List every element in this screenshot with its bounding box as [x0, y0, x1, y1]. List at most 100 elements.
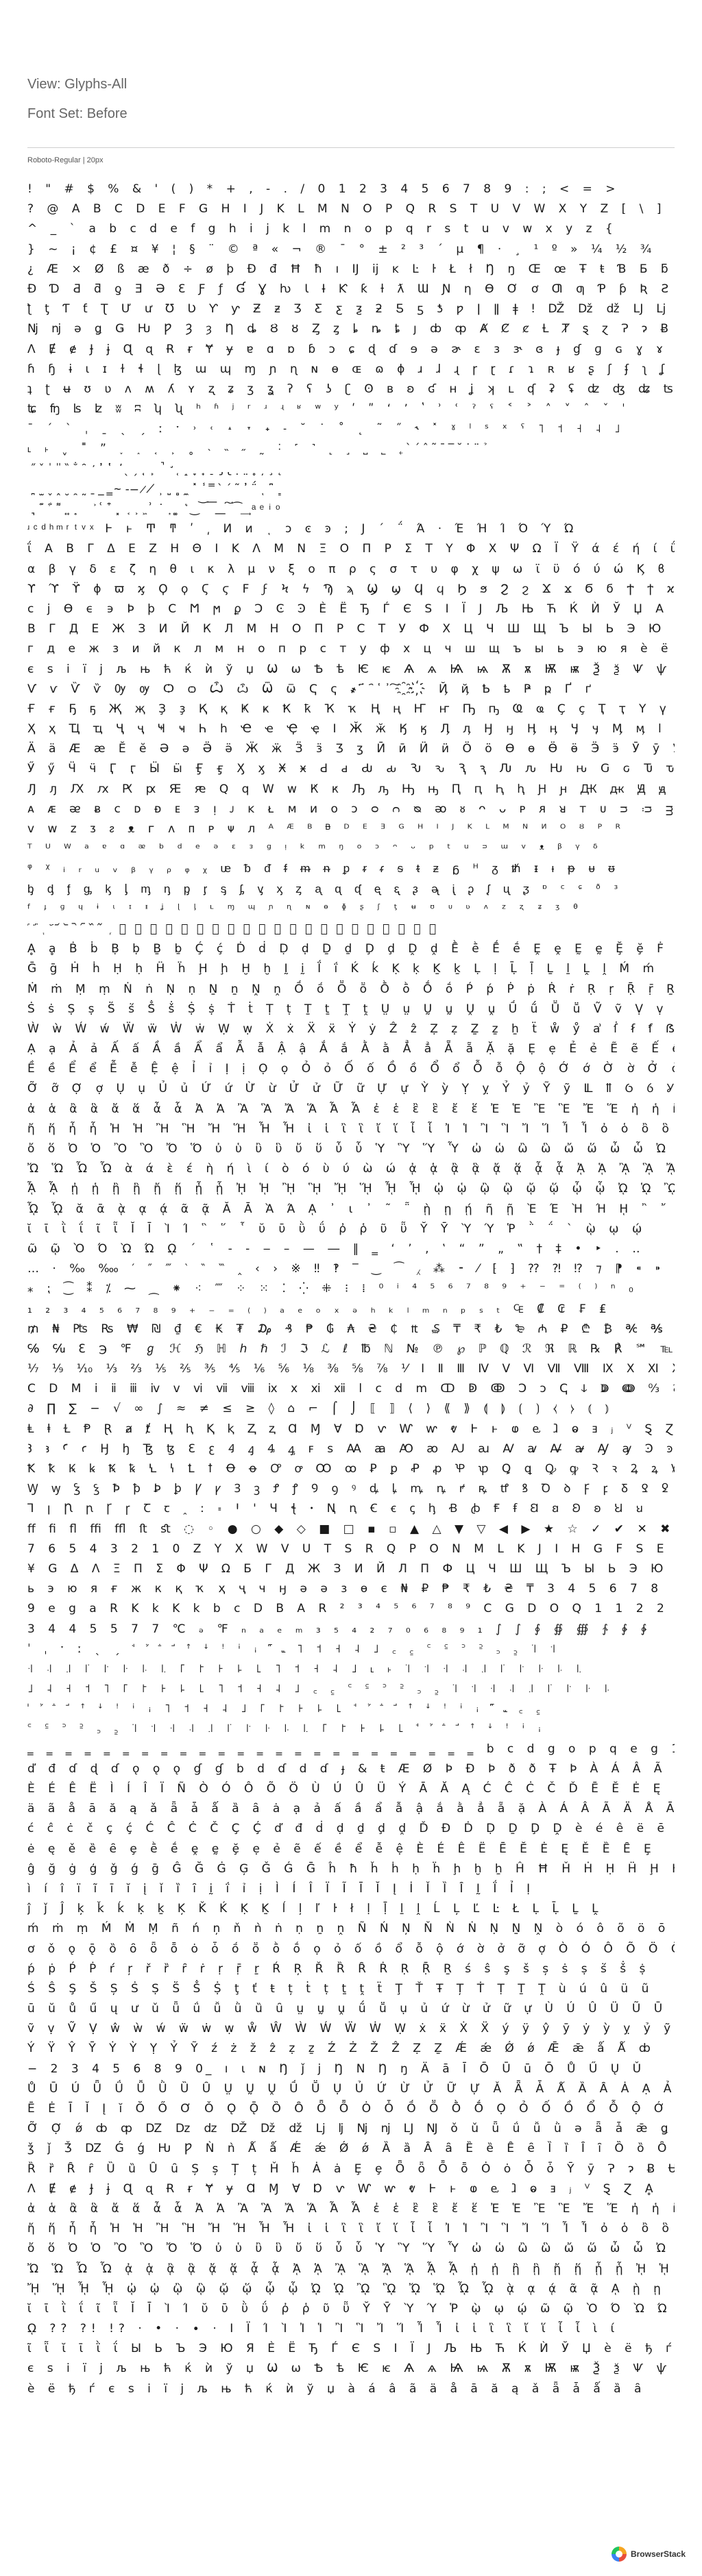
glyph-line: ơ ǒ ǫ ǭ ȍ ȏ ȫ ȭ ȯ ȱ ṍ ṏ ṑ ṓ ọ ỏ ố ồ ổ ỗ …: [27, 1942, 675, 1956]
glyph-line: Ỡ ỡ Ợ ợ Ụ ụ Ủ ủ Ứ ứ Ừ ừ Ử ử Ữ ữ Ự ự Ỳ ỳ …: [27, 1082, 675, 1096]
glyph-line: Ḡ ḡ Ḣ ḣ Ḥ ḥ Ḧ ḧ Ḩ ḩ Ḫ ḫ Ḭ ḭ Ḯ ḯ Ḱ ḱ Ḳ ḳ …: [27, 962, 659, 976]
glyph-line: ⁎ ⁏ ⁐ ⁑ ⁒ ⁓ ⁔ ⁕ ⁖ ⁗ ⁘ ⁙ ⁚ ⁛ ⁜ ⁝ ⁞ ⁰ ⁱ ⁴ …: [27, 1282, 638, 1296]
glyph-line: ῐ ῑ ῒ ΐ ῖ ῗ Ῐ Ῑ Ὶ Ί ῠ ῡ ῢ ΰ ῤ ῥ ῦ ῧ Ῠ Ῡ …: [27, 2301, 673, 2316]
glyph-line: ̩ ̪ ̫ ̬ ̭ ̮ ̯ ̰ ̱ ̲ ̳ ̴ ̵ ̶ ̷ ̸ ̹ ̺ ̻ ̼ …: [27, 482, 288, 496]
glyph-line: ΐ Α Β Γ Δ Ε Ζ Η Θ Ι Κ Λ Μ Ν Ξ Ο Π Ρ Σ Τ …: [27, 542, 675, 556]
glyph-line: ₥ ₦ ₧ ₨ ₩ ₪ ₫ € ₭ ₮ ₯ ₰ ₱ ₲ ₳ ₴ ₵ ₶ ₷ ₸ …: [27, 1322, 675, 1336]
glyph-line: ᶀ ᶁ ᶂ ᶃ ᶄ ᶅ ᶆ ᶇ ᶈ ᶉ ᶊ ᶋ ᶌ ᶍ ᶎ ᶏ ᶐ ᶑ ᶒ ᶓ …: [27, 882, 623, 896]
glyph-line: ͧ ͨ ͩ ͪ ͫ ͬ ͭ ͮ ͯ Ͱ ͱ Ͳ ͳ ʹ ͵ Ͷ ͷ ͺ ͻ ͼ …: [27, 522, 579, 536]
glyph-line: ˈ ˌ ˑ ː ˎ ˏ ꜗ ꜘ ꜙ ꜚ ꜛ ꜜ ꜝ ꜞ ꜟ ꜠ ꜡ ˥ ˦ ˧ …: [27, 1642, 561, 1656]
glyph-line: Ề ề Ể ể Ễ ễ Ệ ệ Ỉ ỉ Ị ị Ọ ọ Ỏ ỏ Ố ố Ồ ồ …: [27, 1062, 675, 1076]
glyph-line: ? @ A B C D E F G H I J K L M N O P Q R …: [27, 202, 666, 216]
glyph-line: ϲ ϳ ϴ ϵ ϶ Ϸ ϸ Ϲ Ϻ ϻ ϼ Ͻ Ͼ Ͽ Ѐ Ё Ђ Ѓ Є Ѕ …: [27, 602, 675, 616]
glyph-line: ď đ ɗ ɖ ɗ ǫ ǫ ǫ ɠ ɠ b d ɗ d ɗ ɟ & ŧ Æ Ø …: [27, 1761, 675, 1776]
glyph-line: ﬀ ﬁ ﬂ ﬃ ﬄ ﬅ ﬆ ◌ ◦ ● ○ ◆ ◇ ■ □ ▪ ▫ ▲ △ ▼ …: [27, 1522, 675, 1536]
glyph-line: є ѕ і ї ј љ њ ћ ќ ѝ ў џ Ѡ ѡ Ѣ ѣ Ѥ ѥ Ѧ ѧ …: [27, 2362, 675, 2376]
glyph-line: Ḁ ḁ Ḃ ḃ Ḅ ḅ Ḇ ḇ Ḉ ḉ Ḋ ḋ Ḍ ḍ Ḏ ḏ Ḑ ḑ Ḓ ḓ …: [27, 942, 675, 956]
glyph-line: α β γ δ ε ζ η θ ι κ λ μ ν ξ ο π ρ ς σ τ …: [27, 562, 675, 576]
glyph-line: ὄ ὅ Ὀ Ὁ Ὂ Ὃ Ὄ Ὅ ὐ ὑ ὒ ὓ ὔ ὕ ὖ ὗ Ὑ Ὓ Ὕ Ὗ …: [27, 1142, 675, 1156]
glyph-line: ¥ G Δ Λ Ξ Π Σ Φ Ψ Ω Б Г Д Ж З И Й Л П Ф …: [27, 1561, 675, 1576]
glyph-line: ᾎ ᾏ ᾐ ᾑ ᾒ ᾓ ᾔ ᾕ ᾖ ᾗ ᾘ ᾙ ᾚ ᾛ ᾜ ᾝ ᾞ ᾟ ᾠ ᾡ …: [27, 1182, 675, 1196]
glyph-line: г д е ж з и й к л м н о п р с т у ф х ц …: [27, 642, 675, 656]
glyph-line: Ẁ ẁ Ẃ ẃ Ẅ ẅ Ẇ ẇ Ẉ ẉ Ẋ ẋ Ẍ ẍ Ẏ ẏ Ẑ ẑ Ẓ ẓ …: [27, 1021, 675, 1036]
glyph-line: ꜊ ꜋ ꜌ ꜍ ꜎ ꜏ ꜐ ꜑ ꜒ ꜓ ꜔ ꜕ ꜖ ˥ ˦ ˧ ˨ ˩ ˪ ˫ …: [27, 1661, 587, 1676]
glyph-line: ṽ ṿ Ṽ Ṿ ŵ ẁ ẃ ẅ ẇ ẉ ẘ Ŵ Ẁ Ẃ Ẅ Ẇ Ẉ ẋ ẍ Ẋ …: [27, 2022, 675, 2036]
glyph-line: ᶠ ᶡ ᶢ ᶣ ᶤ ᶥ ᶦ ᶧ ᶨ ᶩ ᶪ ᶫ ᶬ ᶭ ᶮ ᶯ ᶰ ᶱ ᶲ ᶳ …: [27, 902, 583, 916]
glyph-line: ƪ ƫ Ƭ ƭ Ʈ Ư ư Ʊ Ʋ Ƴ ƴ Ƶ ƶ Ʒ Ƹ ƹ ƺ ƻ Ƽ ƽ …: [27, 302, 675, 317]
glyph-line: ϒ ϓ ϔ ϕ ϖ ϗ Ϙ ϙ Ϛ ϛ Ϝ ϝ Ϟ ϟ Ϡ ϡ Ϣ ϣ Ϥ ϥ …: [27, 582, 675, 596]
glyph-line: ! " # $ % & ' ( ) * + , - . / 0 1 2 3 4 …: [27, 182, 620, 196]
glyph-line: Ṡ ṡ Ṣ ṣ Ṥ ṥ Ṧ ṧ Ṩ ṩ Ṫ ṫ Ṭ ṭ Ṯ ṯ Ṱ ṱ Ṳ ṳ …: [27, 1002, 668, 1016]
glyph-line: Ɖ Ɗ Ƌ ƌ ƍ Ǝ Ə Ɛ Ƒ ƒ Ɠ Ɣ ƕ Ɩ Ɨ Ƙ ƙ ƚ ƛ Ɯ …: [27, 282, 675, 296]
glyph-line: Ʌ Ɇ ɇ Ɉ ɉ Ɋ ɋ Ɍ ɍ Ɏ ɏ Ɑ Ɱ Ɐ Ɒ ⱱ Ⱳ ⱳ ⱴ Ⱶ …: [27, 2181, 658, 2196]
browserstack-label: BrowserStack: [630, 2549, 686, 2559]
glyph-line: Ṁ ṁ Ṃ ṃ Ṅ ṅ Ṇ ṇ Ṉ ṉ Ṋ ṋ Ṍ ṍ Ṏ ṏ Ṑ ṑ Ṓ ṓ …: [27, 982, 675, 996]
font-spec-label: Roboto-Regular | 20px: [27, 156, 104, 164]
glyph-line: ĝ ğ ġ ģ ǧ ǵ ḡ Ĝ Ğ Ġ Ģ Ǧ Ǵ Ḡ ĥ ħ ȟ ḣ ḥ ḧ …: [27, 1861, 675, 1876]
glyph-line: 7 6 5 4 3 2 1 0 Z Y X W V U T S R Q P O …: [27, 1541, 669, 1556]
glyph-line: ì í î ï ĩ ī ĭ į ǐ ȉ ȋ ḭ ḯ ỉ ị Ì Í Î Ï Ĩ …: [27, 1881, 535, 1896]
glyph-line: Ӓ ӓ Ӕ ӕ Ӗ ӗ Ә ә Ӛ ӛ Ӝ ӝ Ӟ ӟ Ӡ ӡ Ӣ ӣ Ӥ ӥ …: [27, 742, 675, 756]
glyph-line: ∂ ∏ ∑ − √ ∞ ∫ ≈ ≠ ≤ ≥ ◊ ⌂ ⌐ ⌠ ⌡ ⟦ ⟧ ⟨ ⟩ …: [27, 1402, 614, 1416]
glyph-line: ь э ю я ғ ж к қ ҡ ҳ ҷ ч ӈ ә ә з ө є ₦ ₽ …: [27, 1582, 664, 1596]
glyph-line: Ὤ Ὥ Ὦ Ὧ ᾀ ᾁ ᾂ ᾃ ᾄ ᾅ ᾆ ᾇ ᾈ ᾉ ᾊ ᾋ ᾌ ᾍ ᾎ ᾏ …: [27, 2262, 675, 2276]
glyph-line: ʇ ʈ ʉ ʊ ʋ ʌ ʍ ʎ ʏ ʐ ʑ ʒ ʓ ʔ ʕ ʖ ʗ ʘ ʙ ʚ …: [27, 382, 675, 396]
glyph-line: Ạ ạ Ả ả Ấ ấ Ầ ầ Ẩ ẩ Ẫ ẫ Ậ ậ Ắ ắ Ằ ằ Ẳ ẳ …: [27, 1042, 675, 1056]
glyph-line: В Г Д Е Ж З И Й К Л М Н О П Р С Т У Ф Х …: [27, 622, 675, 636]
glyph-line: ĵ ǰ Ĵ ķ ǩ ḱ ḳ ḵ Ķ Ǩ Ḱ Ḳ Ḵ ĺ ļ ľ ŀ ł ḷ ḹ …: [27, 1902, 603, 1916]
glyph-line: ἤ ἥ ἦ ἧ Ἠ Ἡ Ἢ Ἣ Ἤ Ἥ Ἦ Ἧ ἰ ἱ ἲ ἳ ἴ ἵ ἶ ἷ …: [27, 2222, 674, 2236]
glyph-line: ᴠ ᴡ ᴢ ᴣ ᴤ ᴥ ᴦ ᴧ ᴨ ᴩ ᴪ ᴫ ᴬ ᴭ ᴮ ᴯ ᴰ ᴱ ᴲ ᴳ …: [27, 822, 625, 836]
glyph-line: ̊ ̋ ̌ ̍ ̎ ̏ ̐ ̑ ̒ ̓ ̔ ̕ ̖ ̗ ̘ ̙ ̚ ̛ ̜ ̝ …: [27, 462, 288, 476]
glyph-line: 3 4 4 5 5 7 7 ℃ ₔ ℉ ₙ ₐ ₑ ₘ ₃ ₅ ₄ ₂ ₇ ₀ …: [27, 1622, 652, 1636]
glyph-line: ū ŭ ů ű ų ư ǔ ǖ ǘ ǚ ǜ ȕ ȗ ṳ ṵ ṷ ṹ ṻ ụ ủ …: [27, 2002, 675, 2016]
glyph-line: ᾜ ᾝ ᾞ ᾟ ᾠ ᾡ ᾢ ᾣ ᾤ ᾥ ᾦ ᾧ ᾨ ᾩ ᾪ ᾫ ᾬ ᾭ ᾮ ᾯ …: [27, 2281, 675, 2296]
glyph-line: Ů Ū Ú Ǖ Ǘ Ǚ Ǜ Ȕ Ȗ Ṳ Ṵ Ṷ Ṹ Ṻ Ụ Ủ Ứ Ừ Ử Ữ …: [27, 2081, 675, 2096]
glyph-line: ḿ ṁ ṃ Ḿ Ṁ Ṃ ñ ń ņ ň ǹ ṅ ṇ ṉ ṋ Ñ Ń Ņ Ň Ǹ …: [27, 1922, 675, 1936]
glyph-line: … ‧ ‰ ‱ ′ ″ ‴ ‵ ‶ ‷ ‸ ‹ › ※ ‼ ‽ ‾ ‿ ⁀ ⁁ …: [27, 1262, 666, 1276]
glyph-grid: ! " # $ % & ' ( ) * + , - . / 0 1 2 3 4 …: [27, 179, 675, 2523]
glyph-line: − 2 3 4 5 6 8 9 0 ̲ ı ɩ ɴ Ŋ ǰ j Ŋ N Ŋ ŋ …: [27, 2061, 646, 2076]
glyph-line: Ὤ Ὥ Ὦ Ὧ ὰ ά ὲ έ ὴ ή ὶ ί ὸ ό ὺ ύ ὼ ώ ᾀ ᾁ …: [27, 1162, 675, 1176]
glyph-line: Ʌ Ɇ ɇ Ɉ ɉ Ɋ ɋ Ɍ ɍ Ɏ ɏ ɐ ɑ ɒ ɓ ɔ ɕ ɖ ɗ ɘ …: [27, 342, 675, 356]
glyph-line: ὄ ὅ Ὀ Ὁ Ὂ Ὃ Ὄ Ὅ ὐ ὑ ὒ ὓ ὔ ὕ ὖ ὗ Ὑ Ὓ Ὕ Ὗ …: [27, 2242, 675, 2256]
glyph-line: Ⱡ ⱡ Ɫ Ᵽ Ɽ ⱥ ⱦ Ⱨ ⱨ Ⱪ ⱪ Ⱬ ⱬ Ɑ Ɱ Ɐ Ɒ ⱱ Ⱳ ⱳ …: [27, 1422, 675, 1436]
glyph-line: 9 е g a R K k K k b c D B A R ² ³ ⁴ ⁵ ⁶ …: [27, 1602, 675, 1616]
glyph-line: Ý Ÿ Ŷ Ȳ Ẏ Ỳ Ỵ Ỷ Ỹ ź ż ž ẑ ẓ ẕ Ź Ż Ž Ẑ Ẓ …: [27, 2042, 655, 2056]
glyph-line: ¿ Æ × Ø ß æ ð ÷ ø þ Đ đ Ħ ħ ı Ĳ ĳ ĸ Ŀ ŀ …: [27, 262, 675, 276]
glyph-line: ἀ ἁ ἂ ἃ ἄ ἅ ἆ ἇ Ἀ Ἁ Ἂ Ἃ Ἄ Ἅ Ἆ Ἇ ἐ ἑ ἒ ἓ …: [27, 2201, 675, 2216]
glyph-line: ᷀ ᷁ ᷂ ᷃ ᷄ ᷅ ᷆ ᷇ ᷈ ᷉ ᷊ ᷋ ᷌ ᷍ ᷎ ᷏ ᷐ ᷑ ᷒ ᷓ …: [27, 921, 441, 936]
glyph-line: Ꝡ ꝡ Ꝣ ꝣ Ꝥ ꝥ Ꝧ ꝧ Ꝩ ꝩ Ꝫ ꝫ Ꝭ ꝭ Ꝯ ꝯ ꝰ ꝱ ꝲ ꝳ …: [27, 1482, 673, 1496]
glyph-line: ἤ ἥ ἦ ἧ Ἠ Ἡ Ἢ Ἣ Ἤ Ἥ Ἦ Ἧ ἰ ἱ ἲ ἳ ἴ ἵ ἶ ἷ …: [27, 1122, 674, 1136]
glyph-line: є ѕ і ї ј љ њ ћ ќ ѝ ў џ Ѡ ѡ Ѣ ѣ Ѥ ѥ Ѧ ѧ …: [27, 662, 675, 676]
glyph-line: Ѵ ѵ Ѷ ѷ Ѹ ѹ Ѻ ѻ Ѽ ѽ Ѿ ѿ Ҁ ҁ ҂ ҃ ҄ ҅ ҆ ҇ …: [27, 682, 596, 696]
glyph-line: Ꞁ ꞁ Ꞃ ꞃ Ꞅ ꞅ Ꞇ ꞇ ꞈ ꞉ ꞊ Ꞌ ꞌ Ɥ ꞎ ꞏ Ꞑ ꞑ Ꞓ ꞓ …: [27, 1502, 648, 1516]
glyph-line: ῐ ῑ ῒ ΐ ῖ ῗ Ῐ Ῑ Ὶ Ί ῝ ῞ ῟ ῠ ῡ ῢ ΰ ῤ ῥ ῦ …: [27, 1222, 647, 1236]
glyph-line: ᵠ ᵡ ᵢ ᵣ ᵤ ᵥ ᵦ ᵧ ᵨ ᵩ ᵪ ᵫ ᵬ ᵭ ᵮ ᵯ ᵰ ᵱ ᵲ ᵳ …: [27, 862, 620, 876]
glyph-line: ‗ ‗ ‗ ‗ ‗ ‗ ‗ ‗ ‗ ‗ ‗ ‗ ‗ ‗ ‗ ‗ ‗ ‗ ‗ ‗ …: [27, 1742, 675, 1756]
browserstack-logo-icon: [611, 2547, 627, 2562]
glyph-line: È É Ê Ë Ì Í Î Ï Ñ Ò Ó Ô Õ Ö Ù Ú Û Ü Ý Ā …: [27, 1782, 666, 1796]
glyph-line: ͈ ͉ ͊ ͋ ͌ ͍ ͎ ͏ ͐ ͑ ͒ ͓ ͔ ͕ ͖ ͗ ͘ ͙ ͚ ͛ …: [27, 502, 283, 516]
glyph-line: ˉ ˊ ˋ ˌ ˍ ˎ ˏ ː ˑ ˒ ˓ ˔ ˕ ˖ ˗ ˘ ˙ ˚ ˛ ˜ …: [27, 422, 625, 436]
divider: [27, 147, 675, 148]
view-title: View: Glyphs-All: [27, 77, 128, 92]
glyph-line: ꜗ ꜘ ꜙ ꜚ ꜛ ꜜ ꜝ ꜞ ꜟ ˥ ˦ ˧ ˨ ˩ ꜒ ꜓ ꜔ ꜕ ꜖ ꜗ …: [27, 1702, 545, 1716]
glyph-line: ć ĉ ċ č ç ḉ Ć Ĉ Ċ Č Ç Ḉ ď đ ḋ ḍ ḏ ḑ ḓ Ď …: [27, 1822, 675, 1836]
glyph-line: ꜂ ꜃ ꜄ ꜅ ꜆ ꜇ ꜈ ꜉ ꜊ ꜋ ꜌ ꜍ ꜎ ꜏ ꜐ ꜑ ꜒ ꜓ ꜔ ꜕ …: [27, 1722, 546, 1736]
glyph-line: Ӳ ӳ Ӵ ӵ Ӷ ӷ Ӹ ӹ Ӻ ӻ Ӽ ӽ Ӿ ӿ Ԁ ԁ Ԃ ԃ Ԅ ԅ …: [27, 762, 675, 776]
glyph-line: ṕ ṗ Ṕ Ṗ ŕ ŗ ř ȑ ȓ ṙ ṛ ṝ ṟ Ŕ Ŗ Ř Ȑ Ȓ Ṙ Ṛ …: [27, 1961, 651, 1976]
glyph-line: ˪ ˫ ˬ ˭ ˮ ˯ ˰ ˱ ˲ ˳ ˴ ˵ ˶ ˷ ˸ ˹ ˺ ˻ ˼ ˽ …: [27, 442, 493, 456]
glyph-line: ₁ ₂ ₃ ₄ ₅ ₆ ₇ ₈ ₉ ₊ ₋ ₌ ₍ ₎ ₐ ₑ ₒ ₓ ₔ ₕ …: [27, 1302, 612, 1316]
glyph-line: ⅐ ⅑ ⅒ ⅓ ⅔ ⅕ ⅖ ⅗ ⅘ ⅙ ⅚ ⅛ ⅜ ⅝ ⅞ ⅟ Ⅰ Ⅱ Ⅲ Ⅳ …: [27, 1362, 675, 1376]
glyph-line: Ē Ė Ī Ĭ Į ĭ Ŏ Ő Ơ Ǒ Ǫ Ǭ Ȍ Ȏ Ȫ Ȭ Ȯ Ȱ Ṍ Ṏ …: [27, 2102, 675, 2116]
glyph-line: ė ę ě ȅ ȇ ȩ ḕ ḗ ḙ ḛ ḝ ẹ ẻ ẽ ế ề ể ễ ệ È …: [27, 1842, 656, 1856]
glyph-line: Ғ ғ Ҕ ҕ Җ җ Ҙ ҙ Қ қ Ҝ ҝ Ҟ ҟ Ҡ ҡ Ң ң Ҥ ҥ …: [27, 702, 675, 716]
browserstack-badge: BrowserStack: [611, 2544, 686, 2564]
glyph-line: Ś Ŝ Ş Š Ș Ṡ Ṣ Ṥ Ṧ Ṩ ţ ť ŧ ț ṫ ṭ ṯ ṱ ẗ Ţ …: [27, 1981, 654, 1996]
glyph-line: ℅ ℆ ℇ ℈ ℉ ℊ ℋ ℌ ℍ ℎ ℏ ℐ ℑ ℒ ℓ ℔ ℕ № ℗ ℘ …: [27, 1341, 675, 1356]
glyph-line: ῶ ῷ Ὸ Ό Ὼ Ώ ῼ ´ ῾ ‐ ‑ ‒ – — ― ‖ ‗ ‘ ’ ‚ …: [27, 1241, 645, 1256]
glyph-line: ˩ ˨ ˧ ˦ ˥ ꜒ ꜓ ꜔ ꜕ ꜖ ˥ ˦ ˧ ˨ ˩ ꜀ ꜁ ꜂ ꜃ ꜄ …: [27, 1682, 615, 1696]
glyph-line: ἀ ἁ ἂ ἃ ἄ ἅ ἆ ἇ Ἀ Ἁ Ἂ Ἃ Ἄ Ἅ Ἆ Ἇ ἐ ἑ ἒ ἓ …: [27, 1102, 675, 1116]
glyph-line: Ỡ Ợ ǿ ȸ ȹ Ǳ ǲ ǳ Ǆ ǅ ǆ ǈ ǉ ǋ ǌ Ǉ Ǌ ǒ ǔ ǖ …: [27, 2122, 675, 2136]
glyph-line: ѐ ё ђ ѓ є ѕ і ї ј љ њ ћ ќ ѝ ў џ à á â ã …: [27, 2381, 646, 2396]
